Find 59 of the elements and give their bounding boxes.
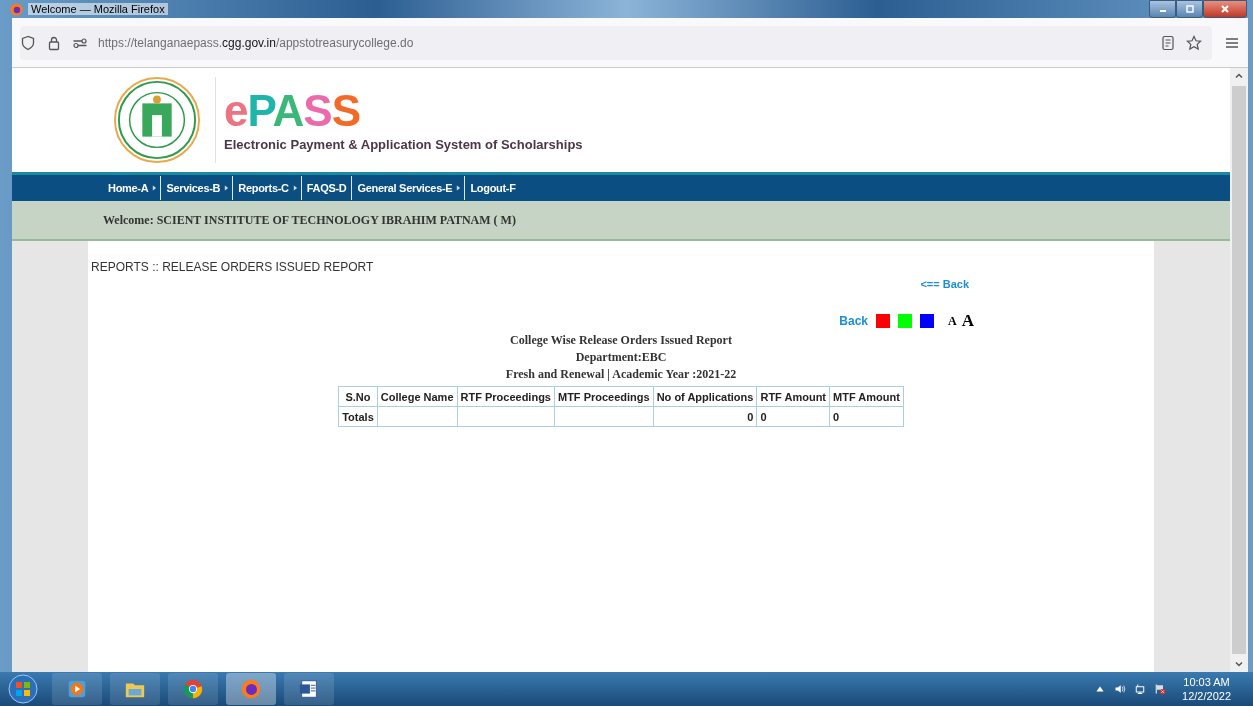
- scroll-down-icon[interactable]: [1234, 659, 1244, 669]
- nav-menu-item[interactable]: FAQS-D: [302, 182, 351, 194]
- reader-view-icon[interactable]: [1160, 34, 1176, 51]
- decrease-font-link[interactable]: A: [948, 313, 957, 329]
- maximize-icon: [1184, 4, 1195, 14]
- table-cell: 0: [829, 406, 904, 427]
- maximize-button[interactable]: [1176, 0, 1203, 18]
- window-title: Welcome — Mozilla Firefox: [28, 3, 168, 15]
- chrome-taskbar-icon[interactable]: [168, 673, 218, 705]
- speaker-icon[interactable]: [1114, 683, 1127, 695]
- table-cell: 0: [756, 406, 830, 427]
- column-header: MTF Proceedings: [554, 386, 654, 407]
- report-title: Department:EBC: [575, 349, 667, 366]
- firefox-taskbar-icon[interactable]: [226, 673, 276, 705]
- color-swatch[interactable]: [876, 314, 891, 328]
- shield-icon[interactable]: [20, 34, 36, 51]
- back-link[interactable]: <== Back: [920, 278, 969, 290]
- nav-menu-item[interactable]: Services-B: [162, 182, 225, 194]
- tagline: Electronic Payment & Application System of Scholarships: [224, 136, 583, 152]
- column-header: College Name: [377, 386, 457, 407]
- color-swatch[interactable]: [920, 314, 935, 328]
- column-header: S.No: [338, 386, 378, 407]
- nav-menu-item[interactable]: General Services-E: [353, 182, 457, 194]
- close-icon: [1220, 4, 1230, 14]
- scroll-up-icon[interactable]: [1234, 71, 1244, 81]
- nav-menu-item[interactable]: Reports-C: [234, 182, 293, 194]
- table-cell: Totals: [338, 406, 378, 427]
- minimize-button[interactable]: [1149, 0, 1176, 18]
- clock-time: 10:03 AM: [1183, 675, 1230, 689]
- word-taskbar-icon[interactable]: [284, 673, 334, 705]
- bookmark-star-icon[interactable]: [1186, 34, 1202, 51]
- column-header: RTF Proceedings: [457, 386, 555, 407]
- clock-date: 12/2/2022: [1182, 689, 1231, 703]
- firefox-icon: [10, 2, 23, 16]
- back-link[interactable]: Back: [839, 314, 869, 328]
- welcome-text: Welcome: SCIENT INSTITUTE OF TECHNOLOGY IBRAHIM PATNAM ( M): [103, 212, 516, 228]
- column-header: RTF Amount: [756, 386, 830, 407]
- scrollbar[interactable]: [1230, 68, 1248, 672]
- column-header: No of Applications: [653, 386, 757, 407]
- network-icon[interactable]: [1134, 683, 1147, 695]
- url-text[interactable]: https://telanganaepass.cgg.gov.in/appstotreasurycollege.do: [98, 35, 414, 50]
- address-bar[interactable]: https://telanganaepass.cgg.gov.in/appstotreasurycollege.do: [20, 25, 1212, 60]
- nav-menu-item[interactable]: Logout-F: [466, 182, 520, 194]
- nav-menu-item[interactable]: Home-A: [104, 182, 153, 194]
- report-title: Fresh and Renewal | Academic Year :2021-22: [505, 366, 737, 383]
- color-swatch[interactable]: [898, 314, 913, 328]
- close-button[interactable]: [1203, 0, 1247, 18]
- folder-taskbar-icon[interactable]: [110, 673, 160, 705]
- column-header: MTF Amount: [829, 386, 904, 407]
- scrollbar-thumb[interactable]: [1232, 86, 1246, 654]
- start-button[interactable]: [8, 674, 38, 704]
- table-cell: 0: [653, 406, 757, 427]
- clock[interactable]: 10:03 AM 12/2/2022: [1182, 675, 1231, 703]
- page-heading: REPORTS :: RELEASE ORDERS ISSUED REPORT: [91, 260, 374, 274]
- report-title: College Wise Release Orders Issued Report: [510, 332, 732, 349]
- logo-wordmark: ePASS: [224, 88, 362, 133]
- flag-icon[interactable]: [1154, 683, 1167, 695]
- increase-font-link[interactable]: A: [961, 311, 974, 331]
- lock-icon[interactable]: [46, 34, 62, 51]
